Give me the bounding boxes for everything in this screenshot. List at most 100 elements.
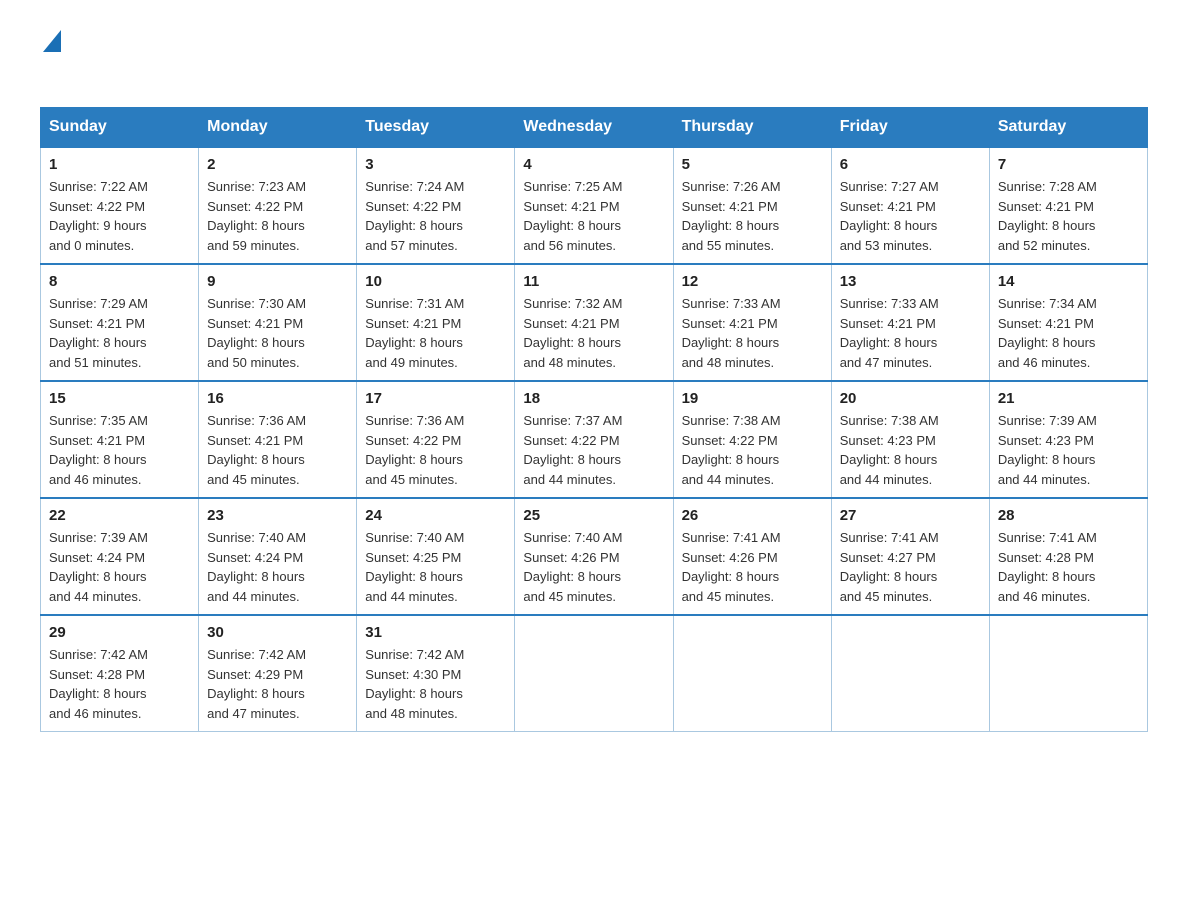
day-number: 26 bbox=[682, 507, 823, 524]
logo bbox=[40, 30, 61, 87]
calendar-week-row: 22 Sunrise: 7:39 AMSunset: 4:24 PMDaylig… bbox=[41, 498, 1148, 615]
calendar-week-row: 15 Sunrise: 7:35 AMSunset: 4:21 PMDaylig… bbox=[41, 381, 1148, 498]
header-wednesday: Wednesday bbox=[515, 108, 673, 148]
day-number: 23 bbox=[207, 507, 348, 524]
calendar-cell: 3 Sunrise: 7:24 AMSunset: 4:22 PMDayligh… bbox=[357, 147, 515, 264]
day-number: 29 bbox=[49, 624, 190, 641]
day-info: Sunrise: 7:42 AMSunset: 4:30 PMDaylight:… bbox=[365, 645, 506, 723]
day-info: Sunrise: 7:38 AMSunset: 4:23 PMDaylight:… bbox=[840, 411, 981, 489]
day-number: 28 bbox=[998, 507, 1139, 524]
calendar-cell: 23 Sunrise: 7:40 AMSunset: 4:24 PMDaylig… bbox=[199, 498, 357, 615]
day-number: 17 bbox=[365, 390, 506, 407]
day-info: Sunrise: 7:33 AMSunset: 4:21 PMDaylight:… bbox=[840, 294, 981, 372]
day-number: 15 bbox=[49, 390, 190, 407]
day-info: Sunrise: 7:28 AMSunset: 4:21 PMDaylight:… bbox=[998, 177, 1139, 255]
calendar-cell: 26 Sunrise: 7:41 AMSunset: 4:26 PMDaylig… bbox=[673, 498, 831, 615]
day-info: Sunrise: 7:41 AMSunset: 4:26 PMDaylight:… bbox=[682, 528, 823, 606]
calendar-cell: 16 Sunrise: 7:36 AMSunset: 4:21 PMDaylig… bbox=[199, 381, 357, 498]
calendar-cell: 10 Sunrise: 7:31 AMSunset: 4:21 PMDaylig… bbox=[357, 264, 515, 381]
day-info: Sunrise: 7:35 AMSunset: 4:21 PMDaylight:… bbox=[49, 411, 190, 489]
day-number: 25 bbox=[523, 507, 664, 524]
calendar-cell: 13 Sunrise: 7:33 AMSunset: 4:21 PMDaylig… bbox=[831, 264, 989, 381]
day-number: 24 bbox=[365, 507, 506, 524]
header-friday: Friday bbox=[831, 108, 989, 148]
calendar-week-row: 8 Sunrise: 7:29 AMSunset: 4:21 PMDayligh… bbox=[41, 264, 1148, 381]
day-info: Sunrise: 7:36 AMSunset: 4:21 PMDaylight:… bbox=[207, 411, 348, 489]
day-number: 8 bbox=[49, 273, 190, 290]
day-number: 12 bbox=[682, 273, 823, 290]
day-info: Sunrise: 7:40 AMSunset: 4:26 PMDaylight:… bbox=[523, 528, 664, 606]
day-info: Sunrise: 7:26 AMSunset: 4:21 PMDaylight:… bbox=[682, 177, 823, 255]
calendar-cell: 21 Sunrise: 7:39 AMSunset: 4:23 PMDaylig… bbox=[989, 381, 1147, 498]
day-number: 18 bbox=[523, 390, 664, 407]
calendar-cell: 5 Sunrise: 7:26 AMSunset: 4:21 PMDayligh… bbox=[673, 147, 831, 264]
day-info: Sunrise: 7:31 AMSunset: 4:21 PMDaylight:… bbox=[365, 294, 506, 372]
day-number: 31 bbox=[365, 624, 506, 641]
calendar-cell: 11 Sunrise: 7:32 AMSunset: 4:21 PMDaylig… bbox=[515, 264, 673, 381]
header-thursday: Thursday bbox=[673, 108, 831, 148]
day-info: Sunrise: 7:37 AMSunset: 4:22 PMDaylight:… bbox=[523, 411, 664, 489]
calendar-week-row: 29 Sunrise: 7:42 AMSunset: 4:28 PMDaylig… bbox=[41, 615, 1148, 732]
day-number: 20 bbox=[840, 390, 981, 407]
calendar-cell: 19 Sunrise: 7:38 AMSunset: 4:22 PMDaylig… bbox=[673, 381, 831, 498]
day-info: Sunrise: 7:40 AMSunset: 4:25 PMDaylight:… bbox=[365, 528, 506, 606]
day-info: Sunrise: 7:23 AMSunset: 4:22 PMDaylight:… bbox=[207, 177, 348, 255]
calendar-cell: 20 Sunrise: 7:38 AMSunset: 4:23 PMDaylig… bbox=[831, 381, 989, 498]
day-number: 27 bbox=[840, 507, 981, 524]
day-number: 4 bbox=[523, 156, 664, 173]
day-info: Sunrise: 7:41 AMSunset: 4:27 PMDaylight:… bbox=[840, 528, 981, 606]
calendar-cell: 22 Sunrise: 7:39 AMSunset: 4:24 PMDaylig… bbox=[41, 498, 199, 615]
day-info: Sunrise: 7:22 AMSunset: 4:22 PMDaylight:… bbox=[49, 177, 190, 255]
day-number: 11 bbox=[523, 273, 664, 290]
day-info: Sunrise: 7:29 AMSunset: 4:21 PMDaylight:… bbox=[49, 294, 190, 372]
day-number: 16 bbox=[207, 390, 348, 407]
day-info: Sunrise: 7:38 AMSunset: 4:22 PMDaylight:… bbox=[682, 411, 823, 489]
day-number: 10 bbox=[365, 273, 506, 290]
calendar-cell: 25 Sunrise: 7:40 AMSunset: 4:26 PMDaylig… bbox=[515, 498, 673, 615]
day-info: Sunrise: 7:24 AMSunset: 4:22 PMDaylight:… bbox=[365, 177, 506, 255]
calendar-cell bbox=[831, 615, 989, 732]
day-info: Sunrise: 7:33 AMSunset: 4:21 PMDaylight:… bbox=[682, 294, 823, 372]
day-info: Sunrise: 7:40 AMSunset: 4:24 PMDaylight:… bbox=[207, 528, 348, 606]
day-number: 2 bbox=[207, 156, 348, 173]
calendar-cell: 14 Sunrise: 7:34 AMSunset: 4:21 PMDaylig… bbox=[989, 264, 1147, 381]
calendar-cell: 4 Sunrise: 7:25 AMSunset: 4:21 PMDayligh… bbox=[515, 147, 673, 264]
calendar-cell bbox=[989, 615, 1147, 732]
calendar-table: Sunday Monday Tuesday Wednesday Thursday… bbox=[40, 107, 1148, 732]
day-number: 7 bbox=[998, 156, 1139, 173]
day-number: 13 bbox=[840, 273, 981, 290]
day-number: 14 bbox=[998, 273, 1139, 290]
day-number: 19 bbox=[682, 390, 823, 407]
day-info: Sunrise: 7:34 AMSunset: 4:21 PMDaylight:… bbox=[998, 294, 1139, 372]
header-tuesday: Tuesday bbox=[357, 108, 515, 148]
calendar-cell: 15 Sunrise: 7:35 AMSunset: 4:21 PMDaylig… bbox=[41, 381, 199, 498]
header-sunday: Sunday bbox=[41, 108, 199, 148]
calendar-cell: 9 Sunrise: 7:30 AMSunset: 4:21 PMDayligh… bbox=[199, 264, 357, 381]
day-info: Sunrise: 7:30 AMSunset: 4:21 PMDaylight:… bbox=[207, 294, 348, 372]
calendar-cell: 30 Sunrise: 7:42 AMSunset: 4:29 PMDaylig… bbox=[199, 615, 357, 732]
calendar-cell: 27 Sunrise: 7:41 AMSunset: 4:27 PMDaylig… bbox=[831, 498, 989, 615]
day-info: Sunrise: 7:42 AMSunset: 4:28 PMDaylight:… bbox=[49, 645, 190, 723]
day-number: 21 bbox=[998, 390, 1139, 407]
day-info: Sunrise: 7:39 AMSunset: 4:23 PMDaylight:… bbox=[998, 411, 1139, 489]
day-info: Sunrise: 7:41 AMSunset: 4:28 PMDaylight:… bbox=[998, 528, 1139, 606]
page-header bbox=[40, 30, 1148, 87]
calendar-cell bbox=[673, 615, 831, 732]
day-info: Sunrise: 7:39 AMSunset: 4:24 PMDaylight:… bbox=[49, 528, 190, 606]
calendar-week-row: 1 Sunrise: 7:22 AMSunset: 4:22 PMDayligh… bbox=[41, 147, 1148, 264]
day-info: Sunrise: 7:25 AMSunset: 4:21 PMDaylight:… bbox=[523, 177, 664, 255]
calendar-cell: 7 Sunrise: 7:28 AMSunset: 4:21 PMDayligh… bbox=[989, 147, 1147, 264]
logo-triangle-icon bbox=[43, 30, 61, 57]
day-info: Sunrise: 7:42 AMSunset: 4:29 PMDaylight:… bbox=[207, 645, 348, 723]
day-number: 5 bbox=[682, 156, 823, 173]
day-info: Sunrise: 7:32 AMSunset: 4:21 PMDaylight:… bbox=[523, 294, 664, 372]
calendar-header-row: Sunday Monday Tuesday Wednesday Thursday… bbox=[41, 108, 1148, 148]
day-number: 6 bbox=[840, 156, 981, 173]
header-monday: Monday bbox=[199, 108, 357, 148]
calendar-cell: 17 Sunrise: 7:36 AMSunset: 4:22 PMDaylig… bbox=[357, 381, 515, 498]
calendar-cell: 24 Sunrise: 7:40 AMSunset: 4:25 PMDaylig… bbox=[357, 498, 515, 615]
calendar-cell: 31 Sunrise: 7:42 AMSunset: 4:30 PMDaylig… bbox=[357, 615, 515, 732]
calendar-cell bbox=[515, 615, 673, 732]
calendar-cell: 29 Sunrise: 7:42 AMSunset: 4:28 PMDaylig… bbox=[41, 615, 199, 732]
day-number: 22 bbox=[49, 507, 190, 524]
